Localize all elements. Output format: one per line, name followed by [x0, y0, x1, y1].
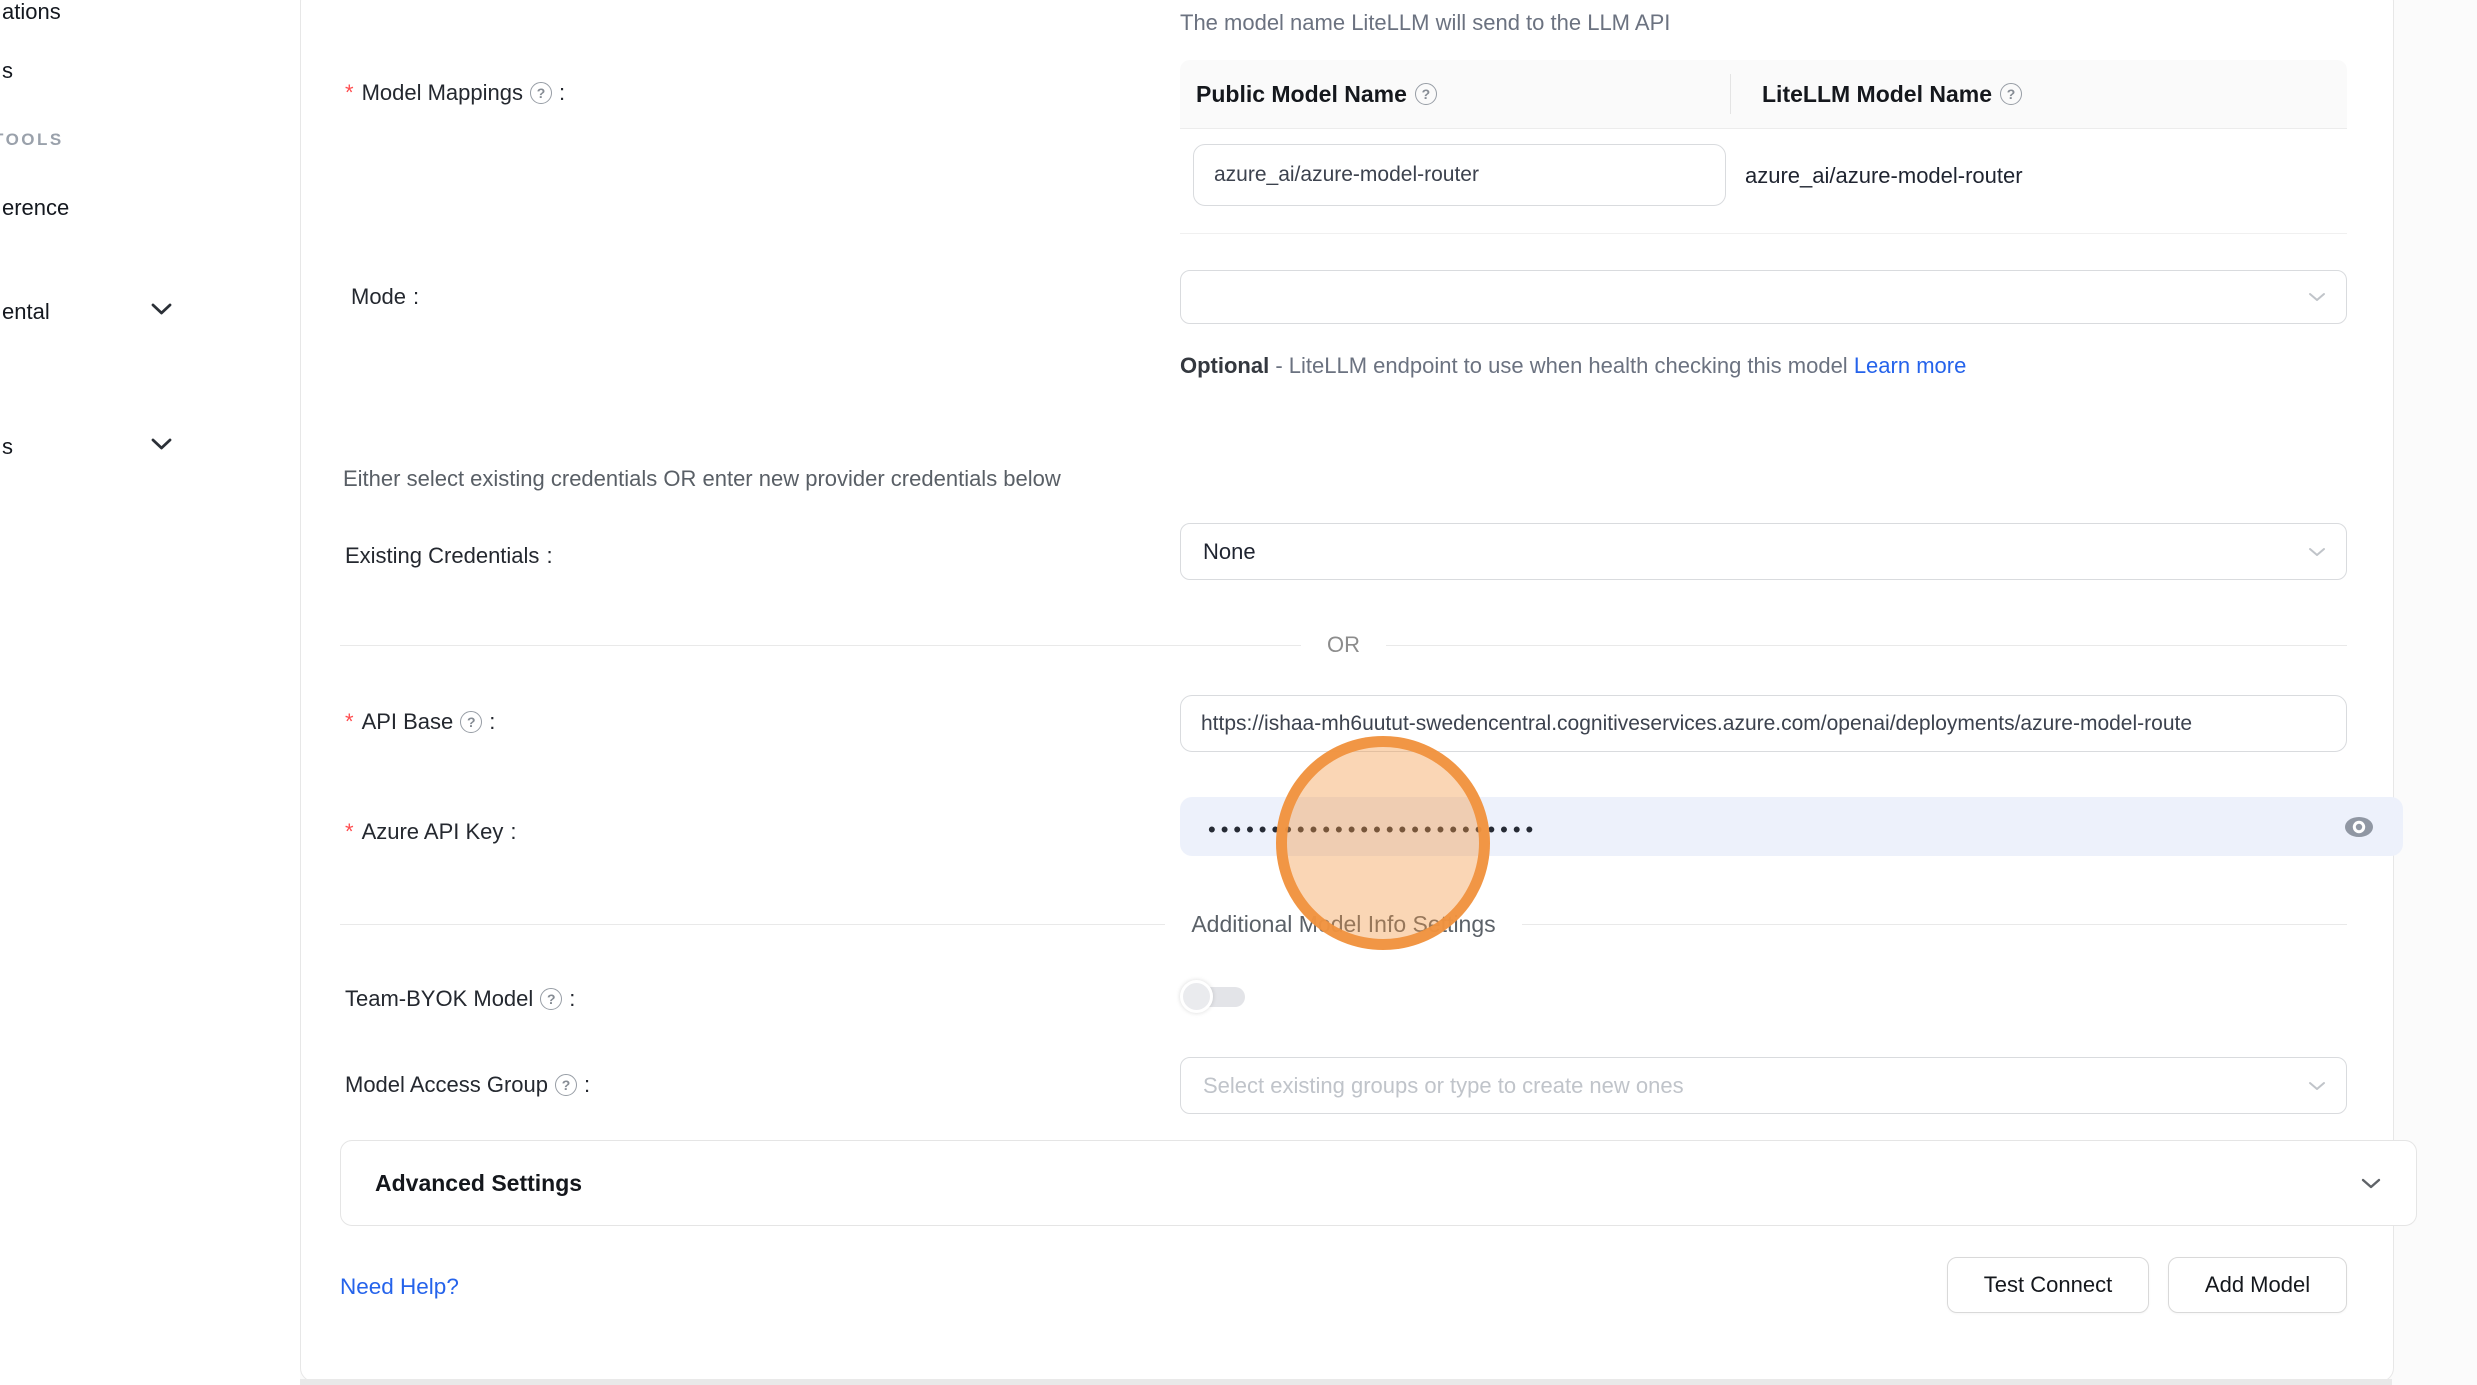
column-header-public-model-name: Public Model Name ? [1180, 81, 1746, 108]
chevron-down-icon[interactable] [150, 437, 173, 456]
help-icon[interactable]: ? [555, 1074, 577, 1096]
table-header-row: Public Model Name ? LiteLLM Model Name ? [1180, 60, 2347, 129]
column-divider [1730, 74, 1731, 114]
chevron-down-icon [2308, 292, 2326, 302]
chevron-down-icon[interactable] [150, 302, 173, 321]
team-byok-label: Team-BYOK Model ? : [345, 986, 575, 1012]
sidebar-item-settings[interactable]: s [2, 434, 13, 460]
advanced-settings-panel[interactable]: Advanced Settings [340, 1140, 2417, 1226]
mode-select[interactable] [1180, 270, 2347, 324]
required-asterisk: * [345, 80, 354, 106]
help-icon[interactable]: ? [460, 711, 482, 733]
mode-hint: Optional - LiteLLM endpoint to use when … [1180, 346, 2260, 385]
sidebar-item-integrations[interactable]: ations [2, 0, 61, 25]
eye-icon[interactable] [2343, 815, 2375, 839]
need-help-link[interactable]: Need Help? [340, 1274, 459, 1300]
model-mappings-table: Public Model Name ? LiteLLM Model Name ?… [1180, 60, 2347, 234]
public-model-name-input[interactable]: azure_ai/azure-model-router [1193, 144, 1726, 206]
existing-credentials-select[interactable]: None [1180, 523, 2347, 580]
page-background-strip [300, 1379, 2392, 1385]
sidebar: ations s TOOLS erence ental s [0, 0, 300, 1385]
help-icon[interactable]: ? [530, 82, 552, 104]
sidebar-item-experimental[interactable]: ental [2, 299, 50, 325]
sidebar-item-models[interactable]: s [2, 58, 13, 84]
api-base-input[interactable]: https://ishaa-mh6uutut-swedencentral.cog… [1180, 695, 2347, 752]
or-divider: OR [340, 630, 2347, 660]
model-access-group-select[interactable]: Select existing groups or type to create… [1180, 1057, 2347, 1114]
required-asterisk: * [345, 819, 354, 845]
azure-api-key-input[interactable]: •••••••••••••••••••••••••• [1180, 797, 2403, 856]
chevron-down-icon [2308, 1081, 2326, 1091]
litellm-model-name-value: azure_ai/azure-model-router [1745, 163, 2023, 189]
add-model-button[interactable]: Add Model [2168, 1257, 2347, 1313]
model-mappings-label: * Model Mappings ? : [345, 80, 565, 106]
chevron-down-icon [2308, 547, 2326, 557]
test-connect-button[interactable]: Test Connect [1947, 1257, 2149, 1313]
help-icon[interactable]: ? [2000, 83, 2022, 105]
learn-more-link[interactable]: Learn more [1854, 353, 1967, 378]
masked-password-value: •••••••••••••••••••••••••• [1208, 819, 2343, 841]
help-icon[interactable]: ? [1415, 83, 1437, 105]
column-header-litellm-model-name: LiteLLM Model Name ? [1746, 81, 2022, 108]
mode-label: Mode : [351, 284, 419, 310]
additional-settings-divider: Additional Model Info Settings [340, 908, 2347, 940]
sidebar-item-inference[interactable]: erence [2, 195, 69, 221]
api-base-label: * API Base ? : [345, 709, 495, 735]
chevron-down-icon [2360, 1177, 2382, 1190]
add-model-page: ations s TOOLS erence ental s The model … [0, 0, 2477, 1385]
azure-api-key-label: * Azure API Key : [345, 819, 517, 845]
existing-credentials-label: Existing Credentials : [345, 543, 553, 569]
credentials-hint: Either select existing credentials OR en… [343, 466, 1061, 492]
table-row: azure_ai/azure-model-router azure_ai/azu… [1180, 129, 2347, 234]
team-byok-toggle[interactable] [1180, 980, 1246, 1014]
sidebar-section-tools: TOOLS [0, 130, 64, 150]
model-name-hint: The model name LiteLLM will send to the … [1180, 10, 1670, 36]
help-icon[interactable]: ? [540, 988, 562, 1010]
model-access-group-label: Model Access Group ? : [345, 1072, 590, 1098]
required-asterisk: * [345, 709, 354, 735]
